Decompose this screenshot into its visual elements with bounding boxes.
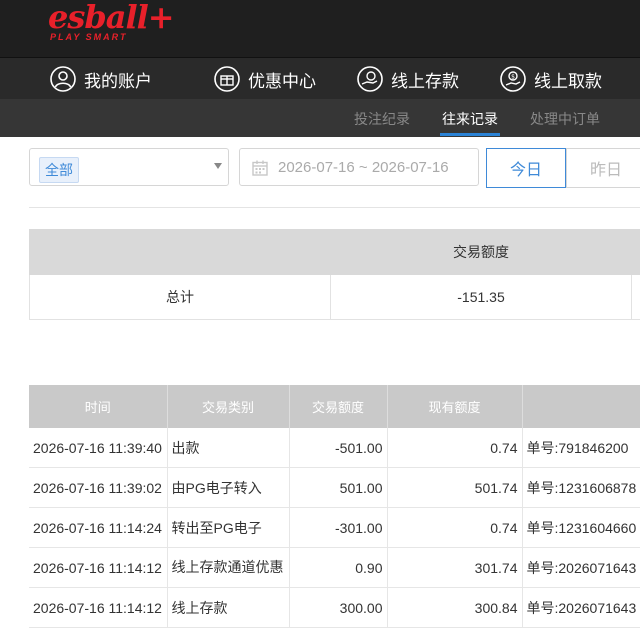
nav-label: 线上取款 — [534, 67, 602, 92]
divider — [29, 207, 640, 208]
cell-time: 2026-07-16 11:14:24 — [29, 508, 167, 548]
selected-type-chip: 全部 — [39, 157, 79, 183]
calendar-icon — [252, 160, 268, 176]
cell-amount: 501.00 — [289, 468, 387, 508]
col-header-note: 备 — [522, 385, 640, 428]
date-range-value: 2026-07-16 ~ 2026-07-16 — [278, 159, 449, 176]
nav-promotions[interactable]: 优惠中心 — [214, 65, 316, 93]
summary-extra — [632, 275, 640, 320]
cell-amount: 300.00 — [289, 588, 387, 628]
cell-balance: 0.74 — [387, 428, 522, 468]
cell-type: 线上存款通道优惠 — [167, 548, 289, 588]
esball-logo[interactable]: esball+ PLAY SMART — [48, 0, 158, 44]
cell-ref: 单号:1231604660 — [522, 508, 640, 548]
logo-wordmark: esball+ — [48, 0, 174, 36]
tab-pending-orders[interactable]: 处理中订单 — [530, 109, 600, 129]
table-row: 2026-07-16 11:14:24 转出至PG电子 -301.00 0.74… — [29, 508, 640, 548]
gift-icon — [214, 66, 240, 92]
cell-ref: 单号:1231606878 — [522, 468, 640, 508]
main-nav: 我的账户 优惠中心 线上存款 $ 线上取款 — [0, 57, 640, 100]
table-row: 2026-07-16 11:14:12 线上存款 300.00 300.84 单… — [29, 588, 640, 628]
cell-type: 出款 — [167, 428, 289, 468]
cell-amount: -301.00 — [289, 508, 387, 548]
cell-time: 2026-07-16 11:39:02 — [29, 468, 167, 508]
date-range-input[interactable]: 2026-07-16 ~ 2026-07-16 — [239, 148, 479, 186]
deposit-icon — [357, 66, 383, 92]
chevron-down-icon — [214, 163, 222, 169]
cell-balance: 300.84 — [387, 588, 522, 628]
nav-label: 我的账户 — [84, 67, 152, 92]
summary-table: 交易额度 总计 -151.35 — [29, 229, 640, 320]
cell-ref: 单号:791846200 — [522, 428, 640, 468]
cell-amount: 0.90 — [289, 548, 387, 588]
withdraw-icon: $ — [500, 66, 526, 92]
summary-label: 总计 — [30, 275, 331, 320]
sub-nav: 投注纪录 往来记录 处理中订单 — [0, 99, 640, 137]
active-tab-indicator — [440, 133, 500, 136]
summary-header-empty — [30, 230, 331, 275]
cell-amount: -501.00 — [289, 428, 387, 468]
svg-text:$: $ — [511, 74, 515, 81]
cell-type: 由PG电子转入 — [167, 468, 289, 508]
cell-time: 2026-07-16 11:14:12 — [29, 588, 167, 628]
top-bar: esball+ PLAY SMART — [0, 0, 640, 57]
nav-online-deposit[interactable]: 线上存款 — [357, 65, 459, 93]
cell-time: 2026-07-16 11:14:12 — [29, 548, 167, 588]
cell-type: 转出至PG电子 — [167, 508, 289, 548]
nav-my-account[interactable]: 我的账户 — [50, 65, 152, 93]
cell-balance: 501.74 — [387, 468, 522, 508]
cell-balance: 0.74 — [387, 508, 522, 548]
user-icon — [50, 66, 76, 92]
transaction-table: 时间 交易类别 交易额度 现有额度 备 2026-07-16 11:39:40 … — [29, 385, 640, 628]
col-header-balance: 现有额度 — [387, 385, 522, 428]
col-header-time: 时间 — [29, 385, 167, 428]
cell-ref: 单号:2026071643 — [522, 548, 640, 588]
yesterday-button[interactable]: 昨日 — [566, 148, 640, 188]
cell-type: 线上存款 — [167, 588, 289, 628]
col-header-amount: 交易额度 — [289, 385, 387, 428]
cell-ref: 单号:2026071643 — [522, 588, 640, 628]
summary-header: 交易额度 — [331, 230, 632, 275]
summary-value: -151.35 — [331, 275, 632, 320]
today-button[interactable]: 今日 — [486, 148, 566, 188]
summary-header-extra — [632, 230, 640, 275]
table-row: 2026-07-16 11:14:12 线上存款通道优惠 0.90 301.74… — [29, 548, 640, 588]
tab-transaction-records[interactable]: 往来记录 — [442, 109, 498, 129]
table-row: 2026-07-16 11:39:02 由PG电子转入 501.00 501.7… — [29, 468, 640, 508]
type-select[interactable]: 全部 — [29, 148, 229, 186]
nav-label: 优惠中心 — [248, 67, 316, 92]
cell-balance: 301.74 — [387, 548, 522, 588]
col-header-type: 交易类别 — [167, 385, 289, 428]
table-row: 2026-07-16 11:39:40 出款 -501.00 0.74 单号:7… — [29, 428, 640, 468]
cell-time: 2026-07-16 11:39:40 — [29, 428, 167, 468]
nav-online-withdraw[interactable]: $ 线上取款 — [500, 65, 602, 93]
table-header-row: 时间 交易类别 交易额度 现有额度 备 — [29, 385, 640, 428]
logo-tagline: PLAY SMART — [50, 32, 128, 42]
nav-label: 线上存款 — [391, 67, 459, 92]
tab-bet-records[interactable]: 投注纪录 — [354, 109, 410, 129]
